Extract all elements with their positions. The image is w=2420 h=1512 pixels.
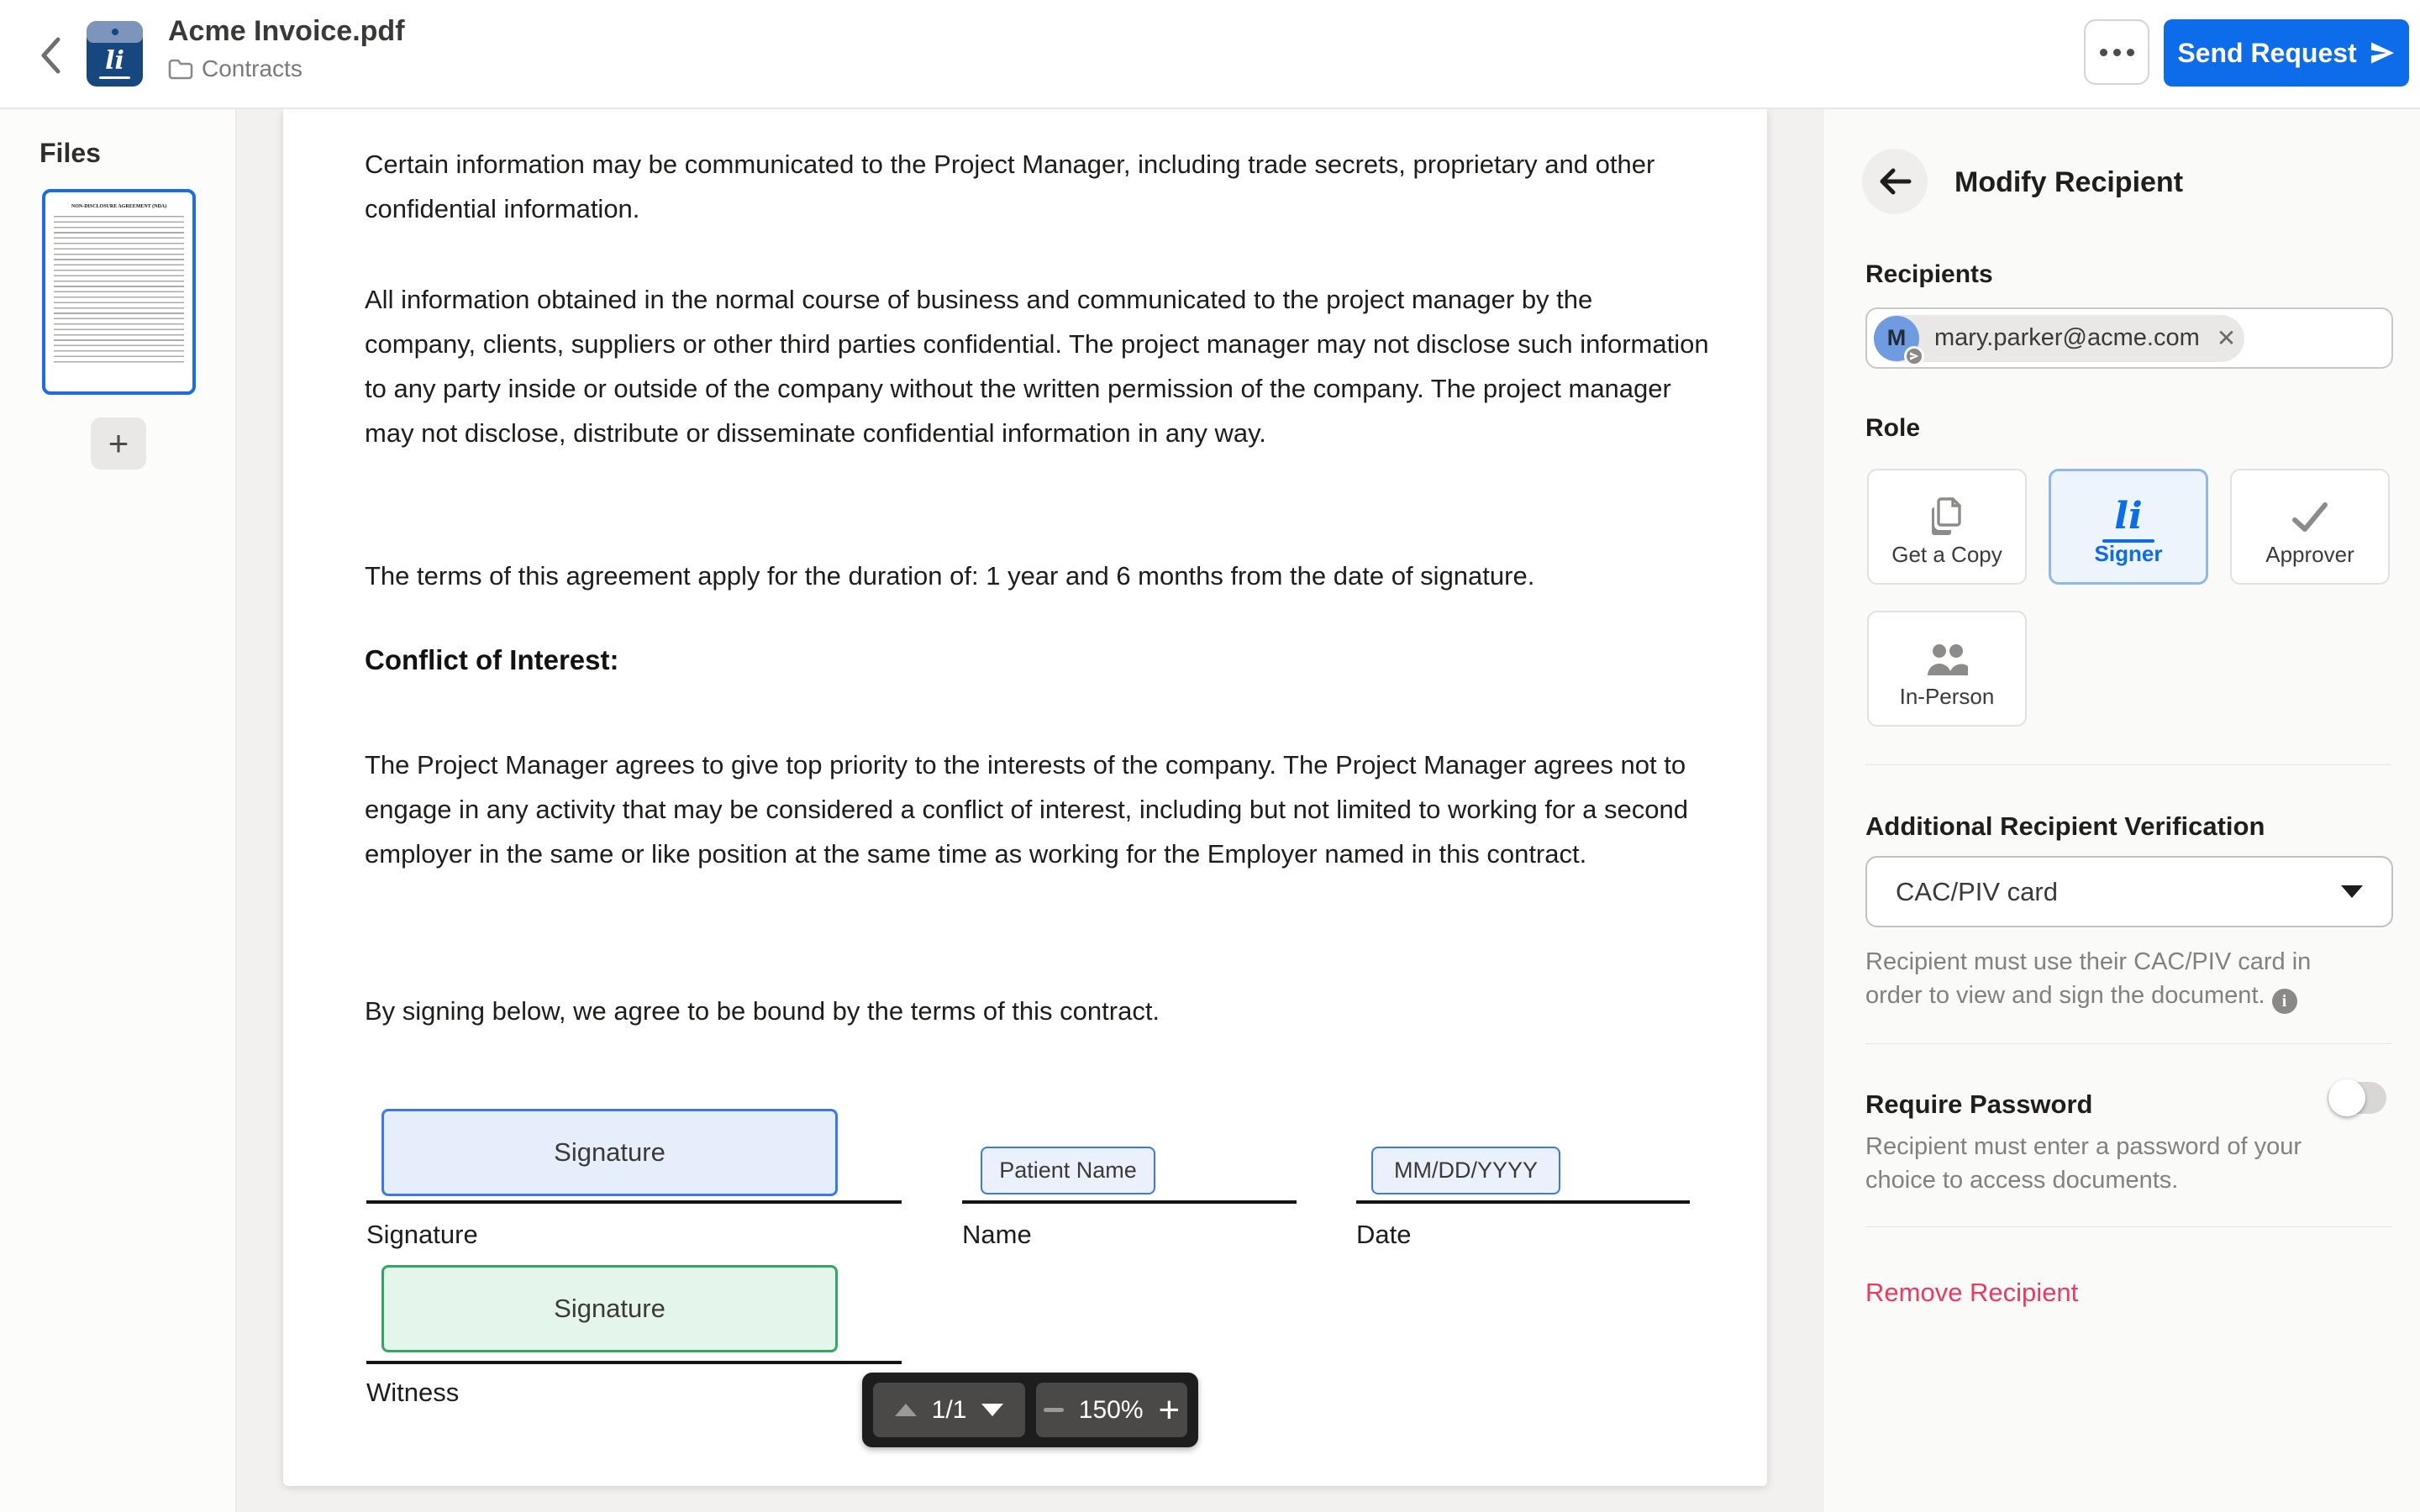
- role-card-in-person[interactable]: In-Person: [1867, 611, 2027, 727]
- chevron-left-icon: [39, 36, 61, 75]
- remove-chip-icon[interactable]: ✕: [2217, 324, 2236, 352]
- dot-icon: [2113, 49, 2121, 56]
- page-navigation-pill: 1/1: [873, 1383, 1025, 1437]
- recipients-label: Recipients: [1865, 260, 1993, 289]
- signature-line: [366, 1200, 902, 1204]
- recipient-avatar: M: [1874, 316, 1919, 361]
- recipients-input[interactable]: M mary.parker@acme.com ✕: [1865, 307, 2393, 369]
- info-icon[interactable]: i: [2272, 989, 2297, 1014]
- send-badge-icon: [1909, 351, 1919, 361]
- witness-caption: Witness: [366, 1378, 459, 1408]
- document-viewer: Certain information may be communicated …: [236, 109, 1823, 1512]
- section-divider: [1865, 764, 2391, 765]
- zoom-out-button[interactable]: [1044, 1408, 1064, 1412]
- file-thumbnail-selected[interactable]: NON-DISCLOSURE AGREEMENT (NDA): [42, 189, 196, 395]
- file-title: Acme Invoice.pdf: [168, 15, 405, 48]
- doc-paragraph: Certain information may be communicated …: [365, 142, 1709, 231]
- doc-paragraph: All information obtained in the normal c…: [365, 277, 1709, 455]
- previous-page-button[interactable]: [895, 1404, 917, 1416]
- role-card-get-a-copy[interactable]: Get a Copy: [1867, 469, 2027, 585]
- files-sidebar: Files NON-DISCLOSURE AGREEMENT (NDA) +: [0, 109, 236, 1512]
- breadcrumb-label: Contracts: [202, 55, 302, 82]
- date-line: [1356, 1200, 1690, 1204]
- next-page-button[interactable]: [981, 1404, 1003, 1416]
- panel-title: Modify Recipient: [1954, 166, 2183, 199]
- dot-icon: [2127, 49, 2134, 56]
- files-title: Files: [39, 138, 101, 169]
- folder-icon: [168, 58, 193, 80]
- zoom-controls-pill: 150% +: [1036, 1383, 1187, 1437]
- arrow-left-icon: [1878, 168, 1912, 195]
- back-chevron-button[interactable]: [34, 32, 67, 79]
- name-caption: Name: [962, 1220, 1032, 1250]
- require-password-label: Require Password: [1865, 1089, 2092, 1120]
- section-divider: [1865, 1043, 2391, 1044]
- verification-selected-value: CAC/PIV card: [1896, 877, 2058, 907]
- page-indicator: 1/1: [932, 1396, 967, 1425]
- recipient-email: mary.parker@acme.com: [1934, 324, 2200, 352]
- doc-heading-conflict-of-interest: Conflict of Interest:: [365, 644, 619, 676]
- document-icon-dot: [112, 29, 118, 35]
- checkmark-icon: [2291, 501, 2328, 533]
- password-helper-text: Recipient must enter a password of your …: [1865, 1130, 2361, 1197]
- recipient-chip: M mary.parker@acme.com ✕: [1874, 315, 2244, 362]
- date-field-placeholder: MM/DD/YYYY: [1394, 1158, 1538, 1184]
- thumbnail-text-lines: [54, 216, 184, 364]
- chevron-down-icon: [2341, 885, 2363, 898]
- role-card-label: In-Person: [1900, 684, 1995, 710]
- remove-recipient-link[interactable]: Remove Recipient: [1865, 1278, 2078, 1308]
- role-card-signer-selected[interactable]: li Signer: [2049, 469, 2208, 585]
- signer-li-icon: li: [2102, 495, 2154, 543]
- witness-signature-field[interactable]: Signature: [381, 1265, 838, 1352]
- modify-recipient-panel: Modify Recipient Recipients M mary.parke…: [1823, 109, 2420, 1512]
- role-card-label: Signer: [2095, 541, 2163, 567]
- add-file-button[interactable]: +: [91, 417, 146, 470]
- page-zoom-toolbar: 1/1 150% +: [862, 1373, 1198, 1447]
- signature-field[interactable]: Signature: [381, 1109, 838, 1196]
- plus-icon: +: [108, 423, 129, 464]
- document-page: Certain information may be communicated …: [283, 109, 1767, 1486]
- send-request-button[interactable]: Send Request: [2164, 19, 2409, 87]
- people-icon: [1924, 642, 1970, 677]
- more-options-button[interactable]: [2084, 19, 2149, 85]
- require-password-toggle[interactable]: [2328, 1082, 2386, 1114]
- avatar-initial: M: [1887, 325, 1907, 351]
- role-card-label: Approver: [2265, 542, 2354, 568]
- panel-back-button[interactable]: [1862, 149, 1928, 214]
- witness-line: [366, 1361, 902, 1364]
- recipient-status-badge: [1904, 346, 1924, 366]
- send-request-label: Send Request: [2177, 38, 2356, 69]
- copy-document-icon: [1929, 497, 1965, 538]
- verification-label: Additional Recipient Verification: [1865, 811, 2265, 842]
- verification-helper-text: Recipient must use their CAC/PIV card in…: [1865, 945, 2361, 1014]
- role-card-approver[interactable]: Approver: [2230, 469, 2390, 585]
- zoom-in-button[interactable]: +: [1159, 1394, 1181, 1427]
- dot-icon: [2100, 49, 2107, 56]
- zoom-level: 150%: [1079, 1396, 1144, 1425]
- app-root: li Acme Invoice.pdf Contracts Send Reque…: [0, 0, 2420, 1512]
- date-field[interactable]: MM/DD/YYYY: [1371, 1147, 1560, 1194]
- section-divider: [1865, 1226, 2391, 1227]
- verification-select[interactable]: CAC/PIV card: [1865, 856, 2393, 927]
- signature-caption: Signature: [366, 1220, 478, 1250]
- thumbnail-document-title: NON-DISCLOSURE AGREEMENT (NDA): [54, 204, 184, 209]
- witness-field-label: Signature: [554, 1294, 666, 1324]
- doc-paragraph: The terms of this agreement apply for th…: [365, 554, 1709, 598]
- role-card-label: Get a Copy: [1891, 542, 2002, 568]
- name-line: [962, 1200, 1297, 1204]
- doc-paragraph: By signing below, we agree to be bound b…: [365, 989, 1709, 1033]
- breadcrumb: Contracts: [168, 55, 302, 82]
- toggle-knob: [2328, 1079, 2365, 1116]
- top-header: li Acme Invoice.pdf Contracts Send Reque…: [0, 0, 2420, 109]
- name-field-placeholder: Patient Name: [999, 1158, 1137, 1184]
- paper-plane-icon: [2369, 39, 2396, 66]
- doc-paragraph: The Project Manager agrees to give top p…: [365, 743, 1709, 876]
- date-caption: Date: [1356, 1220, 1411, 1250]
- name-field[interactable]: Patient Name: [981, 1147, 1155, 1194]
- document-app-icon: li: [87, 21, 143, 87]
- role-label: Role: [1865, 414, 1920, 443]
- signature-field-label: Signature: [554, 1137, 666, 1168]
- signature-logo-icon: li: [87, 46, 143, 76]
